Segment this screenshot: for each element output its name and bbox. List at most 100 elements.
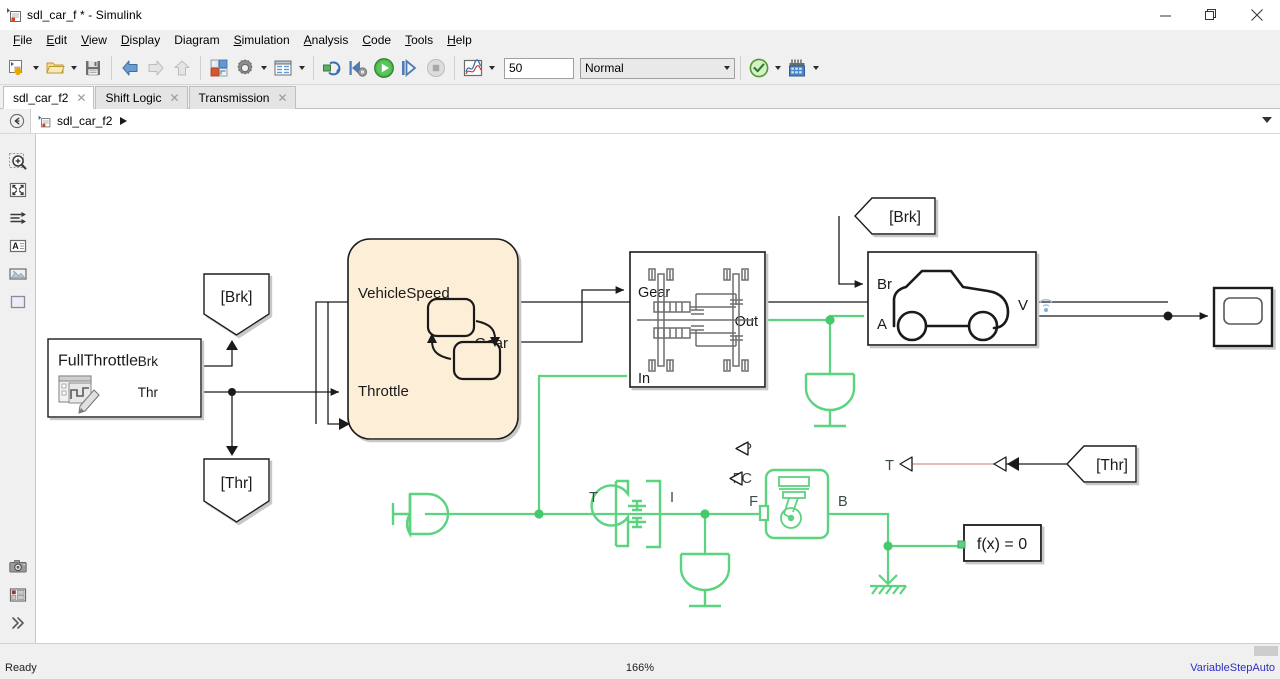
scope-screen-icon bbox=[1224, 298, 1262, 324]
stop-simulation-button[interactable] bbox=[423, 55, 449, 81]
zoom-level[interactable]: 166% bbox=[626, 662, 654, 674]
simulation-data-inspector-button[interactable] bbox=[460, 55, 486, 81]
open-model-button[interactable] bbox=[42, 55, 68, 81]
data-inspector-dropdown[interactable] bbox=[486, 55, 498, 81]
new-model-button[interactable] bbox=[4, 55, 30, 81]
menu-code[interactable]: Code bbox=[355, 31, 398, 51]
step-forward-button[interactable] bbox=[397, 55, 423, 81]
navigate-forward-button[interactable] bbox=[143, 55, 169, 81]
simulation-mode-select[interactable]: Normal bbox=[580, 58, 735, 79]
from-tag-label: [Thr] bbox=[1096, 457, 1128, 474]
model-advisor-dropdown[interactable] bbox=[772, 55, 784, 81]
close-button[interactable] bbox=[1234, 0, 1280, 30]
tab-transmission[interactable]: Transmission ✕ bbox=[189, 86, 296, 109]
menu-edit[interactable]: Edit bbox=[39, 31, 74, 51]
port-label-tc-t: T bbox=[589, 490, 598, 506]
toolbar: 50 Normal bbox=[0, 52, 1280, 85]
title-bar: sdl_car_f * - Simulink bbox=[0, 0, 1280, 30]
port-label-tc-i: I bbox=[670, 490, 674, 506]
menu-analysis[interactable]: Analysis bbox=[297, 31, 356, 51]
more-tools[interactable] bbox=[4, 609, 32, 637]
fit-to-view-tool[interactable] bbox=[4, 176, 32, 204]
navigate-back-button[interactable] bbox=[117, 55, 143, 81]
close-icon[interactable]: ✕ bbox=[76, 93, 86, 103]
inertia-block-upper[interactable] bbox=[806, 374, 854, 426]
model-configuration-parameters-button[interactable] bbox=[232, 55, 258, 81]
solver-name[interactable]: VariableStepAuto bbox=[1190, 662, 1275, 674]
tab-shift-logic[interactable]: Shift Logic ✕ bbox=[95, 86, 187, 109]
model-configuration-dropdown[interactable] bbox=[258, 55, 270, 81]
model-advisor-button[interactable] bbox=[746, 55, 772, 81]
breadcrumb-model-name: sdl_car_f2 bbox=[57, 114, 112, 128]
menu-file[interactable]: File bbox=[6, 31, 39, 51]
port-label-engine-f: F bbox=[749, 494, 758, 510]
signal-routing-tool[interactable] bbox=[4, 204, 32, 232]
maximize-button[interactable] bbox=[1188, 0, 1234, 30]
stop-time-input[interactable]: 50 bbox=[504, 58, 574, 79]
snapshot-tool[interactable] bbox=[4, 553, 32, 581]
port-label-a: A bbox=[877, 316, 887, 333]
simulink-diagram[interactable]: FullThrottle Brk Thr bbox=[36, 134, 1280, 643]
toolbar-separator bbox=[454, 56, 455, 80]
build-model-button[interactable] bbox=[784, 55, 810, 81]
library-browser-button[interactable] bbox=[206, 55, 232, 81]
vehicle-body-block[interactable]: Br A V bbox=[868, 252, 1052, 345]
horizontal-scrollbar[interactable] bbox=[0, 643, 1280, 657]
scope-block[interactable] bbox=[1214, 288, 1272, 346]
engine-block[interactable]: P FC F B bbox=[730, 441, 848, 538]
full-throttle-label: FullThrottle bbox=[58, 352, 138, 369]
menu-display[interactable]: Display bbox=[114, 31, 167, 51]
physical-junction bbox=[825, 315, 834, 324]
save-model-button[interactable] bbox=[80, 55, 106, 81]
thr-goto-tag[interactable]: [Thr] bbox=[204, 459, 269, 522]
model-info-tool[interactable] bbox=[4, 581, 32, 609]
open-model-dropdown[interactable] bbox=[68, 55, 80, 81]
brk-from-tag[interactable]: [Brk] bbox=[855, 198, 935, 234]
new-model-dropdown[interactable] bbox=[30, 55, 42, 81]
full-throttle-block[interactable]: FullThrottle Brk Thr bbox=[48, 339, 201, 417]
close-icon[interactable]: ✕ bbox=[169, 93, 179, 103]
menu-diagram[interactable]: Diagram bbox=[167, 31, 226, 51]
shift-logic-chart[interactable]: VehicleSpeed Throttle Gear bbox=[348, 239, 518, 439]
transmission-block[interactable]: Gear In Out bbox=[630, 252, 765, 387]
model-canvas[interactable]: FullThrottle Brk Thr bbox=[36, 134, 1280, 643]
navigate-up-button[interactable] bbox=[169, 55, 195, 81]
zoom-in-tool[interactable] bbox=[4, 148, 32, 176]
port-label-engine-b: B bbox=[838, 494, 848, 510]
close-icon[interactable]: ✕ bbox=[277, 93, 287, 103]
update-diagram-button[interactable] bbox=[319, 55, 345, 81]
menu-simulation[interactable]: Simulation bbox=[227, 31, 297, 51]
status-bar: Ready 166% VariableStepAuto bbox=[0, 657, 1280, 679]
breadcrumb-path[interactable]: sdl_car_f2 bbox=[30, 109, 1280, 133]
toolbar-separator bbox=[200, 56, 201, 80]
menu-help[interactable]: Help bbox=[440, 31, 479, 51]
menu-view[interactable]: View bbox=[74, 31, 114, 51]
tab-sdl-car-f2[interactable]: sdl_car_f2 ✕ bbox=[3, 86, 94, 109]
run-simulation-button[interactable] bbox=[371, 55, 397, 81]
model-explorer-button[interactable] bbox=[270, 55, 296, 81]
minimize-button[interactable] bbox=[1142, 0, 1188, 30]
back-arrow-icon[interactable] bbox=[4, 109, 30, 134]
scrollbar-thumb[interactable] bbox=[1254, 646, 1278, 656]
model-explorer-dropdown[interactable] bbox=[296, 55, 308, 81]
menu-bar: File Edit View Display Diagram Simulatio… bbox=[0, 30, 1280, 52]
step-back-button[interactable] bbox=[345, 55, 371, 81]
menu-tools[interactable]: Tools bbox=[398, 31, 440, 51]
status-text: Ready bbox=[5, 662, 37, 674]
inertia-block-lower[interactable] bbox=[681, 554, 729, 606]
port-label-gear-in: Gear bbox=[638, 285, 670, 301]
toolbar-separator bbox=[740, 56, 741, 80]
brk-goto-tag[interactable]: [Brk] bbox=[204, 274, 269, 335]
simulink-model-icon bbox=[37, 114, 52, 129]
image-annotation-tool[interactable] bbox=[4, 260, 32, 288]
build-model-dropdown[interactable] bbox=[810, 55, 822, 81]
thr-from-tag[interactable]: [Thr] bbox=[1067, 446, 1136, 482]
chevron-down-icon[interactable] bbox=[1262, 117, 1272, 123]
rectangle-area-tool[interactable] bbox=[4, 288, 32, 316]
workspace: A bbox=[0, 134, 1280, 643]
play-arrow-icon[interactable] bbox=[120, 117, 127, 125]
tab-bar: sdl_car_f2 ✕ Shift Logic ✕ Transmission … bbox=[0, 85, 1280, 109]
solver-configuration-block[interactable]: f(x) = 0 bbox=[958, 525, 1041, 561]
text-annotation-tool[interactable]: A bbox=[4, 232, 32, 260]
port-label-trans-out: Out bbox=[735, 314, 758, 330]
